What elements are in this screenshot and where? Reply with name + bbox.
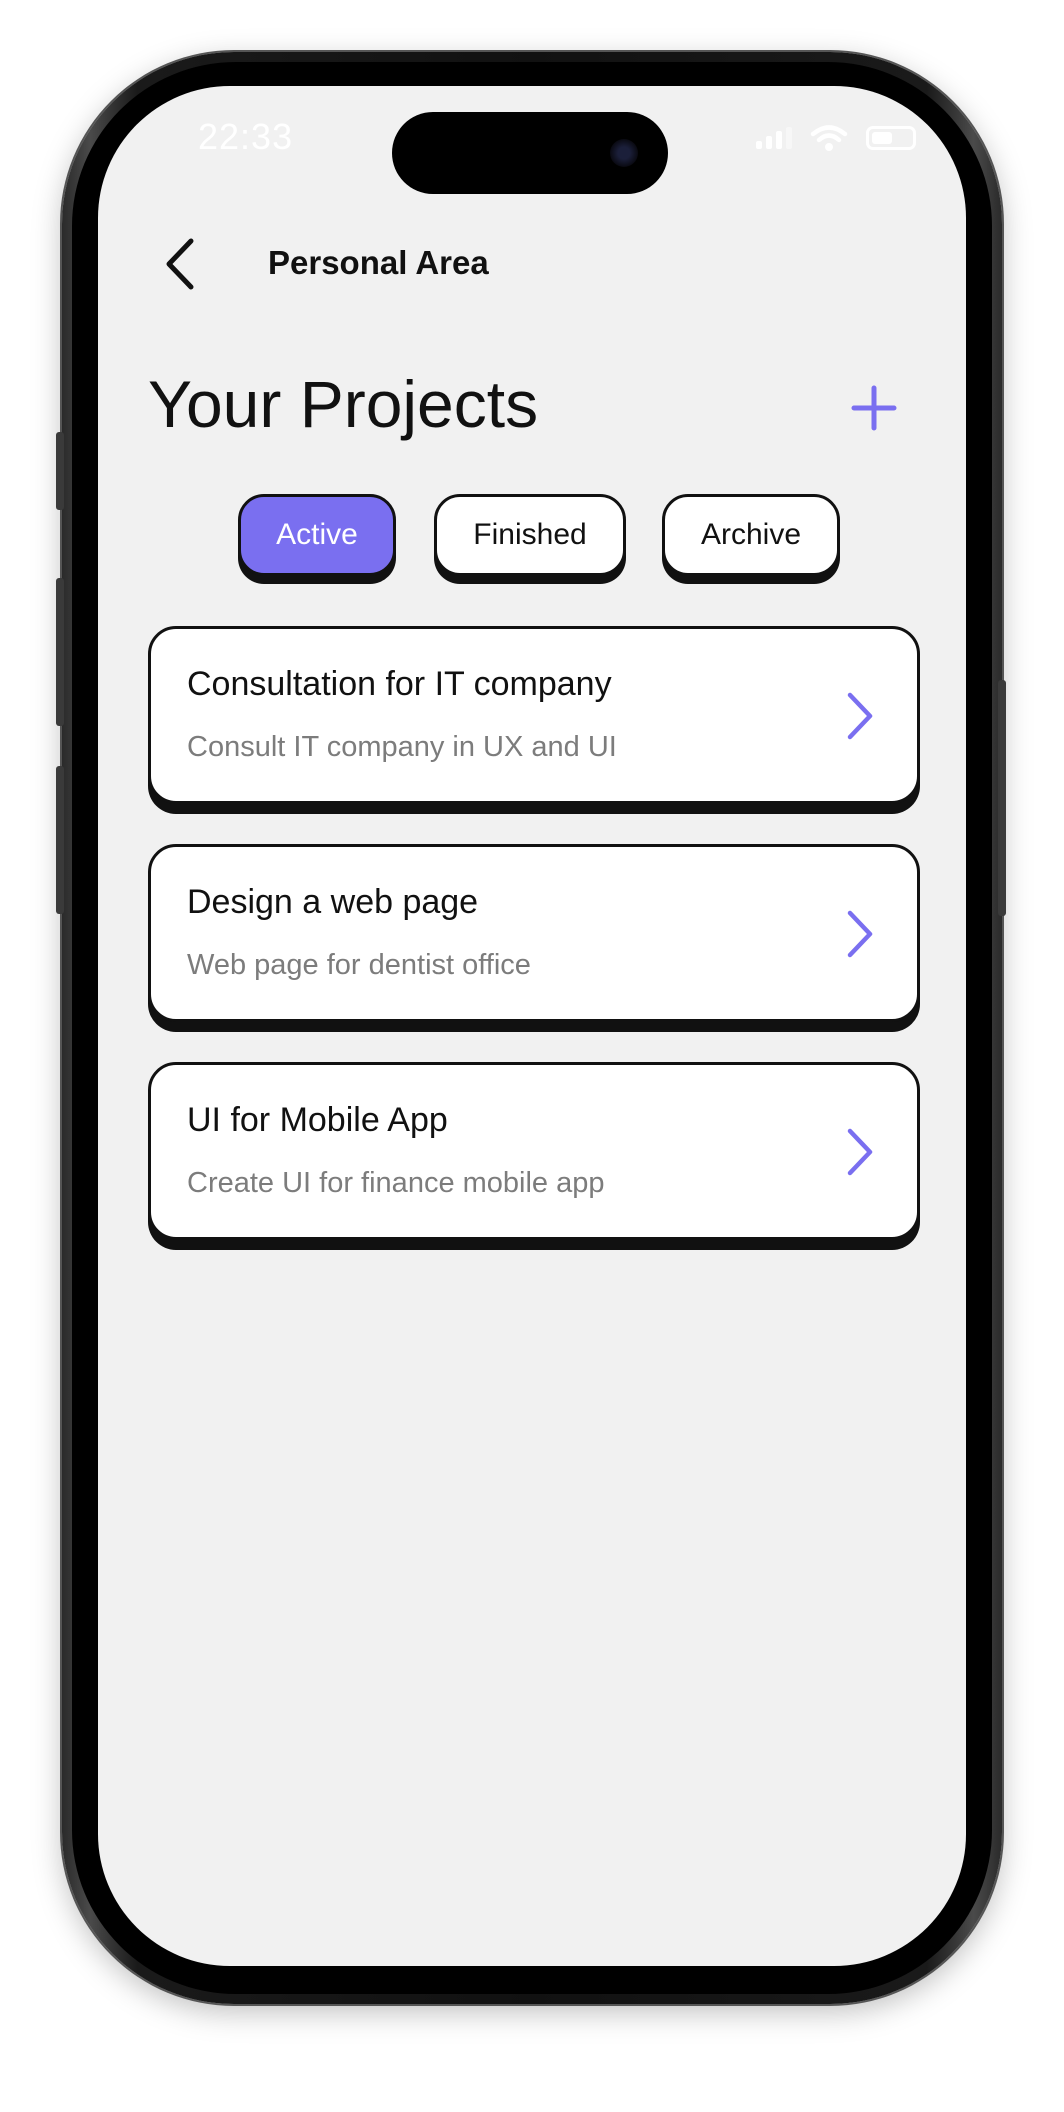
page-title: Your Projects: [148, 367, 539, 441]
project-title: Consultation for IT company: [187, 665, 612, 703]
wifi-icon: [810, 125, 848, 151]
plus-icon: [851, 385, 897, 431]
tab-archive[interactable]: Archive: [662, 494, 840, 576]
chevron-left-icon: [166, 238, 194, 290]
tab-active[interactable]: Active: [238, 494, 396, 576]
chevron-right-icon: [847, 1128, 873, 1176]
project-card[interactable]: UI for Mobile App Create UI for finance …: [148, 1062, 920, 1240]
header-title: Personal Area: [268, 244, 489, 281]
status-time: 22:33: [198, 116, 294, 157]
project-card[interactable]: Design a web page Web page for dentist o…: [148, 844, 920, 1022]
project-subtitle: Consult IT company in UX and UI: [187, 731, 617, 763]
project-subtitle: Create UI for finance mobile app: [187, 1167, 605, 1199]
battery-icon: [866, 126, 916, 150]
cellular-signal-icon: [756, 127, 792, 149]
chevron-right-icon: [847, 910, 873, 958]
app-screen: 22:33 Personal Area Your Projects Active…: [98, 86, 966, 1966]
status-icons: [756, 124, 916, 152]
power-button: [998, 680, 1006, 916]
project-subtitle: Web page for dentist office: [187, 949, 531, 981]
add-project-button[interactable]: [850, 384, 898, 432]
dynamic-island: [392, 112, 668, 194]
back-button[interactable]: [156, 234, 204, 294]
tab-finished[interactable]: Finished: [434, 494, 626, 576]
project-title: Design a web page: [187, 883, 479, 921]
chevron-right-icon: [847, 692, 873, 740]
action-button: [56, 432, 64, 510]
project-card[interactable]: Consultation for IT company Consult IT c…: [148, 626, 920, 804]
volume-up-button: [56, 578, 64, 726]
volume-down-button: [56, 766, 64, 914]
camera-icon: [610, 139, 638, 167]
project-title: UI for Mobile App: [187, 1101, 448, 1139]
